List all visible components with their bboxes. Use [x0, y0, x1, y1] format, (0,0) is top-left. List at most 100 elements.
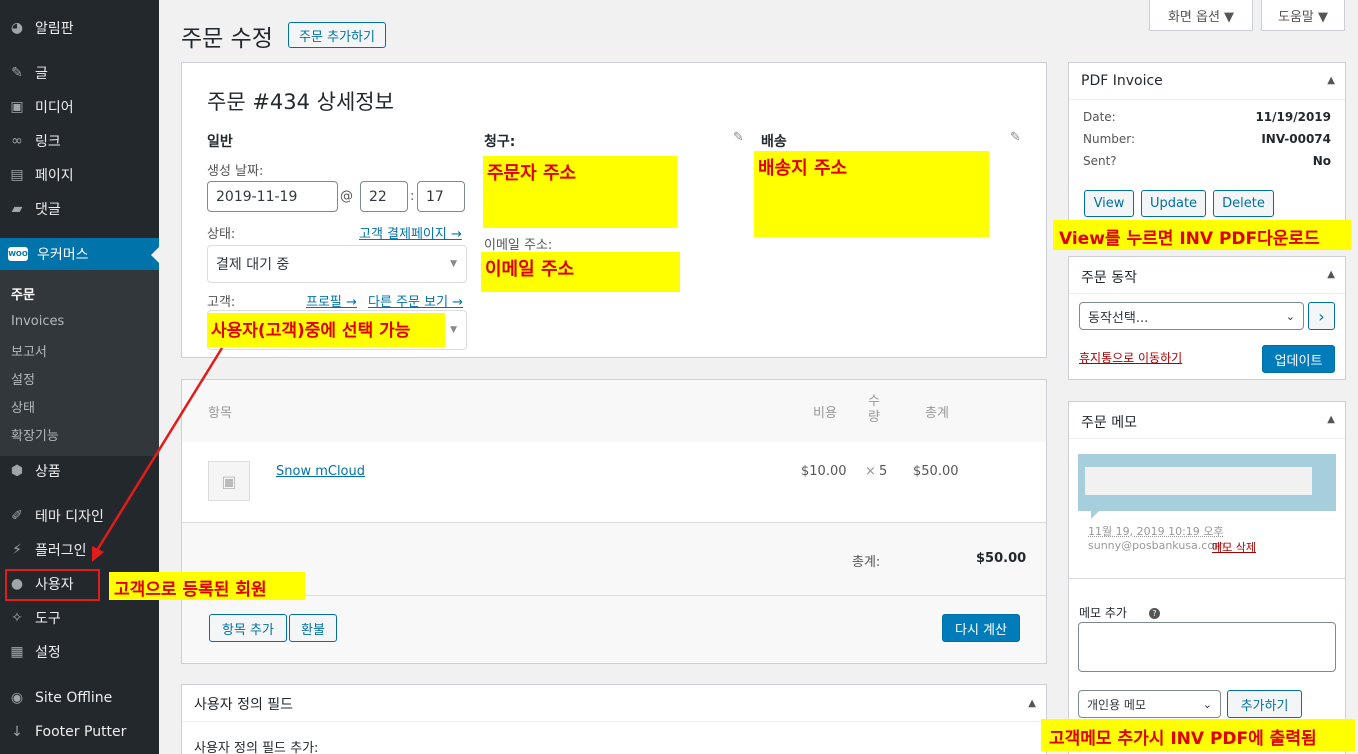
submenu-reports[interactable]: 보고서: [11, 341, 47, 360]
collapse-arrow-icon[interactable]: ▲: [1327, 269, 1335, 280]
pages-icon: ▤: [10, 167, 24, 183]
general-heading: 일반: [207, 134, 233, 150]
divider: [182, 721, 1046, 722]
menu-pages[interactable]: ▤ 페이지: [0, 159, 159, 191]
divider: [1069, 293, 1345, 294]
menu-settings[interactable]: ▦ 설정: [0, 636, 159, 668]
add-note-label: 메모 추가: [1079, 606, 1127, 620]
submenu-status[interactable]: 상태: [11, 397, 35, 416]
chevron-down-icon: ⌄: [1285, 309, 1295, 323]
menu-appearance[interactable]: ✐ 테마 디자인: [0, 500, 159, 532]
annotation-view-invoice: View를 누르면 INV PDF다운로드: [1053, 220, 1351, 250]
woocommerce-icon: WOO: [8, 247, 28, 261]
shipping-heading: 배송: [761, 134, 787, 150]
menu-posts[interactable]: ✎ 글: [0, 57, 159, 89]
subtotal-label: 총계:: [852, 555, 881, 570]
annotation-customer-select: 사용자(고객)중에 선택 가능: [207, 313, 445, 347]
admin-sidebar: ◕ 알림판 ✎ 글 ▣ 미디어 ∞ 링크 ▤ 페이지 ▰ 댓글 WOO 우커머스 주문 Inv…: [0, 0, 159, 754]
annotation-email: 이메일 주소: [481, 252, 680, 292]
collapse-arrow-icon[interactable]: ▲: [1327, 75, 1335, 86]
menu-tools[interactable]: ✧ 도구: [0, 602, 159, 634]
order-action-select[interactable]: 동작선택... ⌄: [1079, 302, 1304, 330]
order-items-panel: 항목 비용 수량 총계 ▣ Snow mCloud $10.00 × 5 $50…: [181, 379, 1047, 664]
other-orders-link[interactable]: 다른 주문 보기 →: [368, 291, 463, 310]
menu-footer-putter[interactable]: ↓ Footer Putter: [0, 716, 159, 748]
time-colon: :: [410, 189, 415, 204]
custom-fields-title: 사용자 정의 필드: [194, 697, 294, 713]
invoice-update-button[interactable]: Update: [1141, 190, 1206, 217]
minute-input[interactable]: 17: [417, 181, 465, 212]
annotation-customer-note: 고객메모 추가시 INV PDF에 출력됨: [1041, 719, 1355, 751]
product-name-link[interactable]: Snow mCloud: [276, 464, 365, 479]
arrow-down-icon: ↓: [11, 724, 23, 740]
add-order-button[interactable]: 주문 추가하기: [288, 22, 386, 48]
hour-input[interactable]: 22: [360, 181, 408, 212]
help-tip-icon[interactable]: ?: [1149, 608, 1160, 619]
order-note-bubble: [1078, 454, 1336, 511]
screen-options-button[interactable]: 화면 옵션 ▼: [1149, 0, 1253, 31]
move-to-trash-link[interactable]: 휴지통으로 이동하기: [1079, 349, 1182, 366]
pdf-invoice-panel: PDF Invoice ▲ Date: 11/19/2019 Number: I…: [1068, 62, 1346, 226]
profile-link[interactable]: 프로필 →: [306, 291, 357, 310]
totals-section: 총계: $50.00: [182, 522, 1046, 596]
menu-comments[interactable]: ▰ 댓글: [0, 193, 159, 225]
invoice-sent-label: Sent?: [1083, 154, 1117, 168]
update-order-button[interactable]: 업데이트: [1262, 345, 1335, 373]
col-item-header: 항목: [208, 406, 232, 421]
order-notes-panel: 주문 메모 ▲ 11월 19, 2019 10:19 오후 sunny@posb…: [1068, 401, 1346, 754]
edit-shipping-icon[interactable]: ✎: [1010, 130, 1021, 145]
users-highlight-box: [5, 569, 100, 601]
add-note-button[interactable]: 추가하기: [1227, 690, 1302, 718]
invoice-sent-value: No: [1312, 154, 1331, 168]
menu-media[interactable]: ▣ 미디어: [0, 91, 159, 123]
add-note-textarea[interactable]: [1078, 622, 1336, 672]
menu-plugins[interactable]: ⚡ 플러그인: [0, 534, 159, 566]
page-title: 주문 수정: [181, 26, 273, 52]
submenu-settings[interactable]: 설정: [11, 369, 35, 388]
edit-billing-icon[interactable]: ✎: [733, 130, 744, 145]
invoice-view-button[interactable]: View: [1084, 190, 1134, 217]
col-qty-header: 수량: [868, 394, 880, 425]
chevron-down-icon: ⌄: [1202, 697, 1212, 711]
media-icon: ▣: [10, 99, 24, 115]
customer-payment-page-link[interactable]: 고객 결제페이지 →: [359, 223, 462, 242]
item-qty: 5: [879, 464, 888, 479]
menu-links[interactable]: ∞ 링크: [0, 125, 159, 157]
link-icon: ∞: [11, 133, 23, 149]
submenu-invoices[interactable]: Invoices: [11, 314, 64, 329]
cube-icon: ⬢: [10, 463, 24, 479]
refund-button[interactable]: 환불: [289, 614, 337, 642]
note-type-select[interactable]: 개인용 메모 ⌄: [1078, 690, 1221, 718]
delete-note-link[interactable]: 메모 삭제: [1212, 539, 1256, 555]
recalculate-button[interactable]: 다시 계산: [942, 614, 1020, 642]
date-input[interactable]: 2019-11-19: [207, 181, 338, 212]
order-heading: 주문 #434 상세정보: [207, 90, 394, 114]
submenu-orders[interactable]: 주문: [11, 284, 35, 303]
note-date: 11월 19, 2019 10:19 오후: [1088, 525, 1224, 538]
menu-site-offline[interactable]: ◉ Site Offline: [0, 682, 159, 714]
collapse-arrow-icon[interactable]: ▲: [1028, 698, 1036, 709]
menu-woocommerce[interactable]: WOO 우커머스: [0, 238, 159, 270]
eye-icon: ◉: [10, 690, 24, 706]
invoice-number-label: Number:: [1083, 132, 1136, 146]
annotation-registered-users: 고객으로 등록된 회원: [109, 572, 305, 600]
item-total: $50.00: [913, 464, 959, 479]
subtotal-value: $50.00: [976, 551, 1027, 566]
at-separator: @: [340, 189, 353, 204]
submenu-extensions[interactable]: 확장기능: [11, 425, 59, 444]
order-actions-panel: 주문 동작 ▲ 동작선택... ⌄ › 휴지통으로 이동하기 업데이트: [1068, 256, 1346, 380]
invoice-delete-button[interactable]: Delete: [1213, 190, 1274, 217]
menu-products[interactable]: ⬢ 상품: [0, 455, 159, 487]
menu-dashboard[interactable]: ◕ 알림판: [0, 12, 159, 44]
divider: [1069, 438, 1345, 439]
item-cost: $10.00: [801, 464, 847, 479]
dashboard-icon: ◕: [10, 20, 24, 36]
pdf-invoice-title: PDF Invoice: [1081, 73, 1163, 89]
status-select[interactable]: 결제 대기 중 ▼: [207, 245, 467, 283]
collapse-arrow-icon[interactable]: ▲: [1327, 414, 1335, 425]
invoice-date-value: 11/19/2019: [1255, 110, 1331, 124]
apply-action-button[interactable]: ›: [1308, 302, 1335, 330]
add-item-button[interactable]: 항목 추가: [209, 614, 287, 642]
note-bubble-tail: [1091, 511, 1099, 519]
help-button[interactable]: 도움말 ▼: [1261, 0, 1345, 31]
